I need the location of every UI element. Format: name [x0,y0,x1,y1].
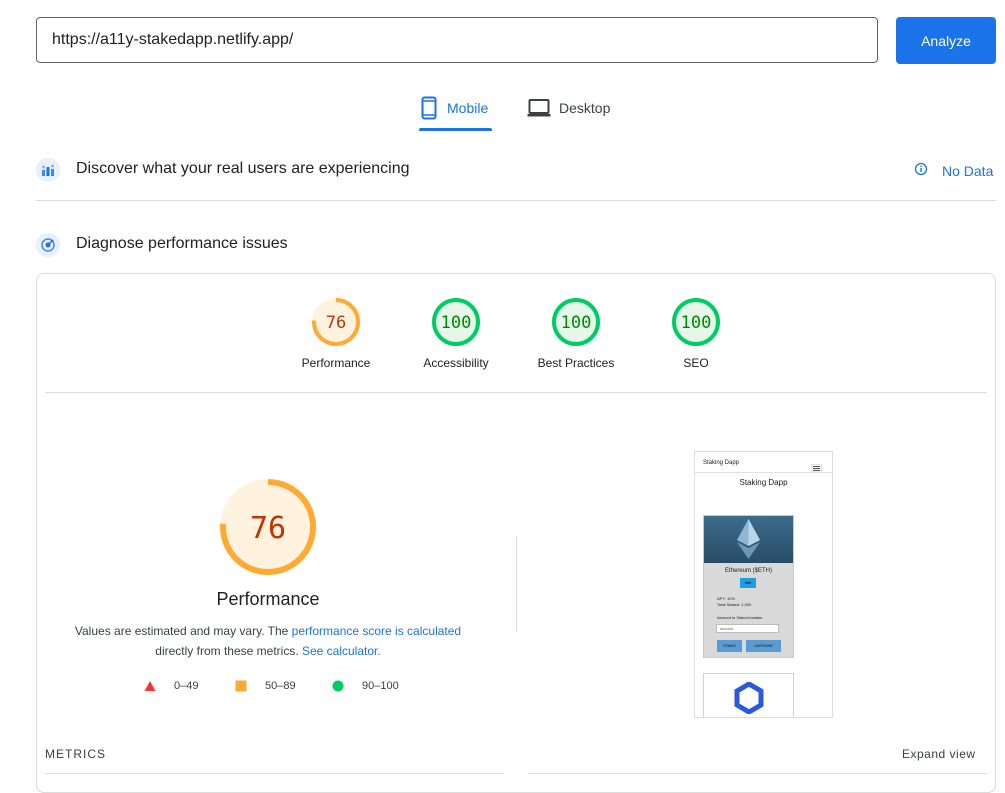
thumb-header-title: Staking Dapp [703,460,740,466]
gauge-best-practices-value: 100 [561,313,592,333]
gauge-performance[interactable]: 76 Performance [286,297,386,370]
thumb-amount-input: amount [716,624,779,633]
thumb-amount-label: Amount to Stake/Unstake [717,615,763,620]
legend-fail-label: 0–49 [174,680,199,692]
thumb-token-name: Ethereum ($ETH) [724,568,772,574]
circle-icon [332,680,344,692]
tab-desktop[interactable]: Desktop [527,96,610,132]
analyze-button[interactable]: Analyze [896,17,996,64]
diagnose-icon [36,233,60,257]
legend-pass-label: 90–100 [362,680,399,692]
diagnose-section-title: Diagnose performance issues [76,235,288,252]
tab-mobile-label: Mobile [447,100,489,116]
gauge-accessibility-label: Accessibility [423,356,489,370]
gauge-seo[interactable]: 100 SEO [646,297,746,370]
performance-title: Performance [216,589,320,609]
legend-average-label: 50–89 [265,680,296,692]
legend-pass: 90–100 [332,680,399,692]
tab-selected-indicator [419,128,492,131]
performance-big-gauge: 76 [220,479,316,575]
page-screenshot: Staking Dapp Staking Dapp Ethereum ($ETH… [694,451,833,718]
gauge-performance-value: 76 [326,313,346,333]
triangle-icon [144,681,156,691]
performance-description: Values are estimated and may vary. The p… [60,621,476,661]
desc-text-2: directly from these metrics. [155,644,302,658]
thumb-token-card: Ethereum ($ETH) Info APY: 10% Total Stak… [703,515,794,658]
gauge-seo-value: 100 [681,313,712,333]
real-users-icon [36,158,60,182]
score-calculated-link[interactable]: performance score is calculated [292,624,461,638]
tab-desktop-label: Desktop [559,100,611,116]
chainlink-logo-icon [734,682,764,714]
no-data-label: No Data [942,162,994,179]
thumb-apy: APY: 10% [717,596,736,601]
metrics-divider-right [528,773,987,774]
gauge-performance-label: Performance [301,356,371,370]
crux-status[interactable]: No Data [914,162,993,179]
thumb-stake-button: STAKE [717,640,742,652]
see-calculator-link[interactable]: See calculator. [302,644,381,658]
hamburger-icon [810,460,823,478]
crux-section-title: Discover what your real users are experi… [76,160,410,177]
gauge-performance-ring: 76 [312,298,360,346]
desc-text-1: Values are estimated and may vary. The [74,624,292,638]
gauge-best-practices-ring: 100 [552,298,600,346]
gauge-accessibility-value: 100 [441,313,472,333]
tab-mobile[interactable]: Mobile [419,96,488,132]
square-icon [235,680,247,692]
vertical-separator [516,536,517,632]
gauge-best-practices-label: Best Practices [537,356,615,370]
metrics-divider-left [45,773,504,774]
gauge-seo-ring: 100 [672,298,720,346]
ethereum-logo-icon [704,516,793,563]
thumb-unstake-button: UNSTAKE [746,640,781,652]
performance-big-value: 76 [250,511,286,546]
gauge-accessibility-ring: 100 [432,298,480,346]
gauges-divider [45,392,987,393]
smartphone-icon [419,96,439,123]
url-input[interactable] [36,17,878,63]
thumb-info-button: Info [740,578,756,588]
report-panel [36,273,996,793]
gauge-best-practices[interactable]: 100 Best Practices [526,297,626,370]
legend-fail: 0–49 [144,680,198,692]
expand-view-toggle[interactable]: Expand view [902,747,976,761]
legend-average: 50–89 [235,680,296,692]
laptop-icon [527,96,551,123]
thumb-total-staked: Total Staked: 1,000 [717,602,752,607]
metrics-heading: METRICS [45,747,106,761]
section-divider [36,200,996,201]
info-icon [914,162,928,179]
gauge-seo-label: SEO [683,356,709,370]
gauge-accessibility[interactable]: 100 Accessibility [406,297,506,370]
thumb-title: Staking Dapp [739,478,788,487]
thumb-second-card [703,673,794,717]
thumb-header-divider [695,472,832,473]
